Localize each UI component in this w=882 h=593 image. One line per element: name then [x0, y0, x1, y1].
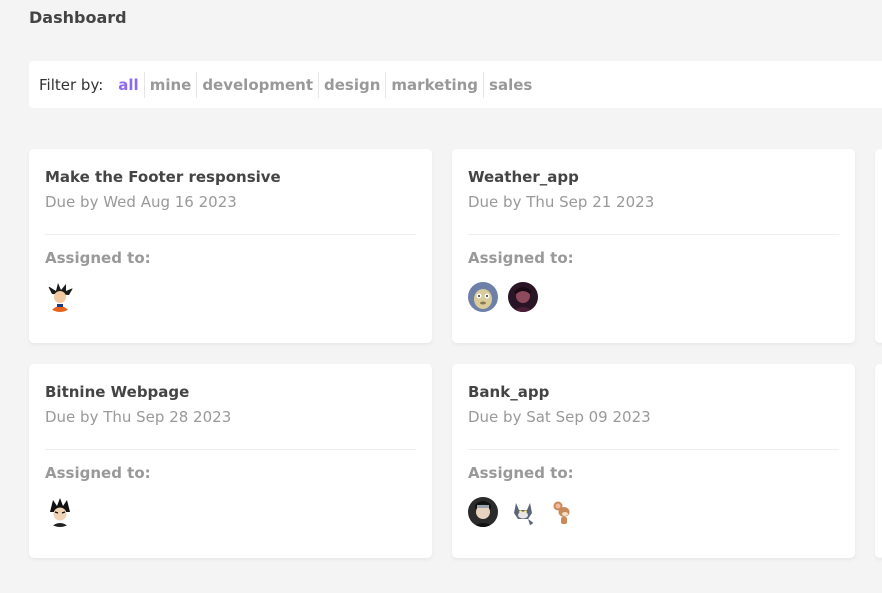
project-card[interactable]: Bitnine Webpage Due by Thu Sep 28 2023 A… [29, 364, 432, 558]
project-card-partial[interactable] [875, 364, 882, 558]
project-card[interactable]: Make the Footer responsive Due by Wed Au… [29, 149, 432, 343]
filter-design[interactable]: design [319, 71, 387, 98]
filter-marketing[interactable]: marketing [386, 71, 485, 98]
card-divider [45, 449, 416, 450]
project-card-partial[interactable] [875, 149, 882, 343]
card-divider [468, 449, 839, 450]
card-divider [468, 234, 839, 235]
avatar-list [468, 497, 839, 527]
project-title: Weather_app [468, 168, 579, 186]
project-due-date: Due by Wed Aug 16 2023 [45, 193, 237, 211]
assigned-label: Assigned to: [468, 249, 574, 267]
filter-development[interactable]: development [197, 71, 320, 98]
avatar-list [45, 282, 416, 312]
dark-portrait-avatar[interactable] [508, 282, 538, 312]
avatar-list [45, 497, 416, 527]
card-divider [45, 234, 416, 235]
jerry-mouse-avatar[interactable] [548, 497, 578, 527]
itachi-avatar[interactable] [468, 497, 498, 527]
filter-bar: Filter by: all mine development design m… [29, 61, 882, 108]
project-due-date: Due by Thu Sep 21 2023 [468, 193, 655, 211]
sloth-avatar[interactable] [468, 282, 498, 312]
filter-sales[interactable]: sales [484, 72, 537, 98]
avatar-list [468, 282, 839, 312]
assigned-label: Assigned to: [45, 464, 151, 482]
project-title: Bank_app [468, 383, 550, 401]
project-due-date: Due by Sat Sep 09 2023 [468, 408, 651, 426]
project-title: Make the Footer responsive [45, 168, 281, 186]
project-card[interactable]: Bank_app Due by Sat Sep 09 2023 Assigned… [452, 364, 855, 558]
goku-avatar[interactable] [45, 282, 75, 312]
project-title: Bitnine Webpage [45, 383, 190, 401]
assigned-label: Assigned to: [468, 464, 574, 482]
filter-mine[interactable]: mine [145, 71, 198, 98]
project-card[interactable]: Weather_app Due by Thu Sep 21 2023 Assig… [452, 149, 855, 343]
page-title: Dashboard [29, 8, 127, 27]
tom-cat-avatar[interactable] [508, 497, 538, 527]
project-due-date: Due by Thu Sep 28 2023 [45, 408, 232, 426]
filter-all[interactable]: all [113, 71, 145, 98]
filter-label: Filter by: [39, 75, 104, 94]
assigned-label: Assigned to: [45, 249, 151, 267]
vegeta-avatar[interactable] [45, 497, 75, 527]
